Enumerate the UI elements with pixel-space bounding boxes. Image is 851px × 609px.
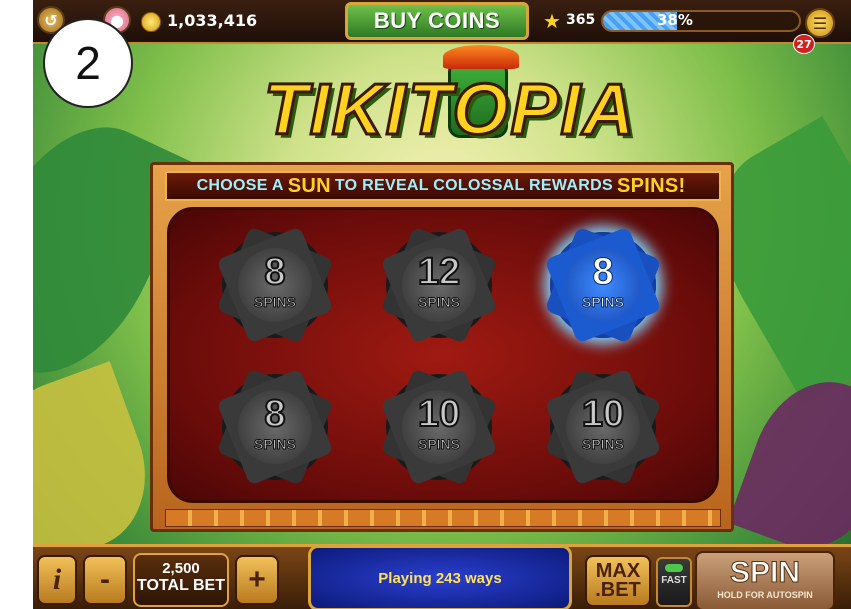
sun-spins-label: SPINS (253, 436, 296, 453)
fast-indicator-light (665, 564, 683, 572)
panel-trim-decoration (165, 509, 721, 527)
sun-spins-value: 10 (417, 393, 461, 435)
bottom-bar: i - 2,500 TOTAL BET + Playing 243 ways M… (33, 544, 851, 609)
decrease-bet-button[interactable]: - (83, 555, 127, 605)
spin-button[interactable]: SPIN HOLD FOR AUTOSPIN (695, 551, 835, 609)
sun-spins-value: 10 (581, 393, 625, 435)
bonus-instructions-banner: CHOOSE A SUN TO REVEAL COLOSSAL REWARDS … (165, 171, 721, 201)
status-message: Playing 243 ways (308, 545, 572, 609)
sun-pick-2[interactable]: 12 SPINS (386, 232, 492, 338)
sun-spins-label: SPINS (581, 436, 624, 453)
star-icon: ★ (543, 9, 561, 33)
sun-pick-5[interactable]: 10 SPINS (386, 374, 492, 480)
sun-spins-label: SPINS (253, 294, 296, 311)
coin-icon (141, 12, 161, 32)
sun-grid: 8 SPINS 12 SPINS 8 SPINS 8 SPINS 10 SPINS 10 SPINS (167, 207, 719, 503)
sun-spins-value: 12 (417, 251, 461, 293)
buy-coins-button[interactable]: BUY COINS (345, 2, 529, 40)
banner-text-prefix: CHOOSE A (196, 177, 284, 194)
total-bet-display: 2,500 TOTAL BET (133, 553, 229, 607)
banner-highlight-spins: SPINS! (616, 174, 686, 197)
sun-spins-label: SPINS (417, 294, 460, 311)
total-bet-value: 2,500 (162, 560, 200, 577)
sun-pick-4[interactable]: 8 SPINS (222, 374, 328, 480)
sun-spins-value: 8 (263, 251, 286, 293)
coin-balance: 1,033,416 (167, 11, 258, 30)
sun-spins-label: SPINS (581, 294, 624, 311)
max-bet-button[interactable]: MAX .BET (585, 555, 651, 607)
step-marker: 2 (43, 18, 133, 108)
info-button[interactable]: i (37, 555, 77, 605)
banner-highlight-sun: SUN (287, 174, 331, 197)
top-bar: ↺ ● 1,033,416 BUY COINS ★ 365 38% ☰ 27 (33, 0, 851, 54)
notification-badge: 27 (793, 34, 815, 54)
fast-label: FAST (661, 575, 687, 586)
sun-pick-6[interactable]: 10 SPINS (550, 374, 656, 480)
menu-icon[interactable]: ☰ (805, 8, 835, 38)
sun-spins-value: 8 (592, 251, 614, 293)
spin-sub-label: HOLD FOR AUTOSPIN (717, 590, 813, 600)
xp-percent: 38% (657, 11, 693, 29)
player-level: 365 (566, 12, 596, 28)
max-bet-label-line2: .BET (595, 579, 641, 601)
sun-pick-1[interactable]: 8 SPINS (222, 232, 328, 338)
xp-progress-bar (601, 10, 801, 32)
foliage-decoration (33, 361, 168, 569)
sun-spins-label: SPINS (417, 436, 460, 453)
game-logo: TIKITOPIA (262, 69, 637, 152)
sun-spins-value: 8 (263, 393, 286, 435)
foliage-decoration (727, 362, 851, 568)
increase-bet-button[interactable]: + (235, 555, 279, 605)
banner-text-middle: TO REVEAL COLOSSAL REWARDS (334, 177, 613, 194)
slot-game-screen: ↺ ● 1,033,416 BUY COINS ★ 365 38% ☰ 27 T… (33, 0, 851, 609)
spin-label: SPIN (729, 556, 801, 590)
bonus-pick-panel: CHOOSE A SUN TO REVEAL COLOSSAL REWARDS … (150, 162, 734, 532)
total-bet-label: TOTAL BET (137, 577, 225, 594)
sun-pick-3[interactable]: 8 SPINS (550, 232, 656, 338)
fast-toggle[interactable]: FAST (656, 557, 692, 607)
